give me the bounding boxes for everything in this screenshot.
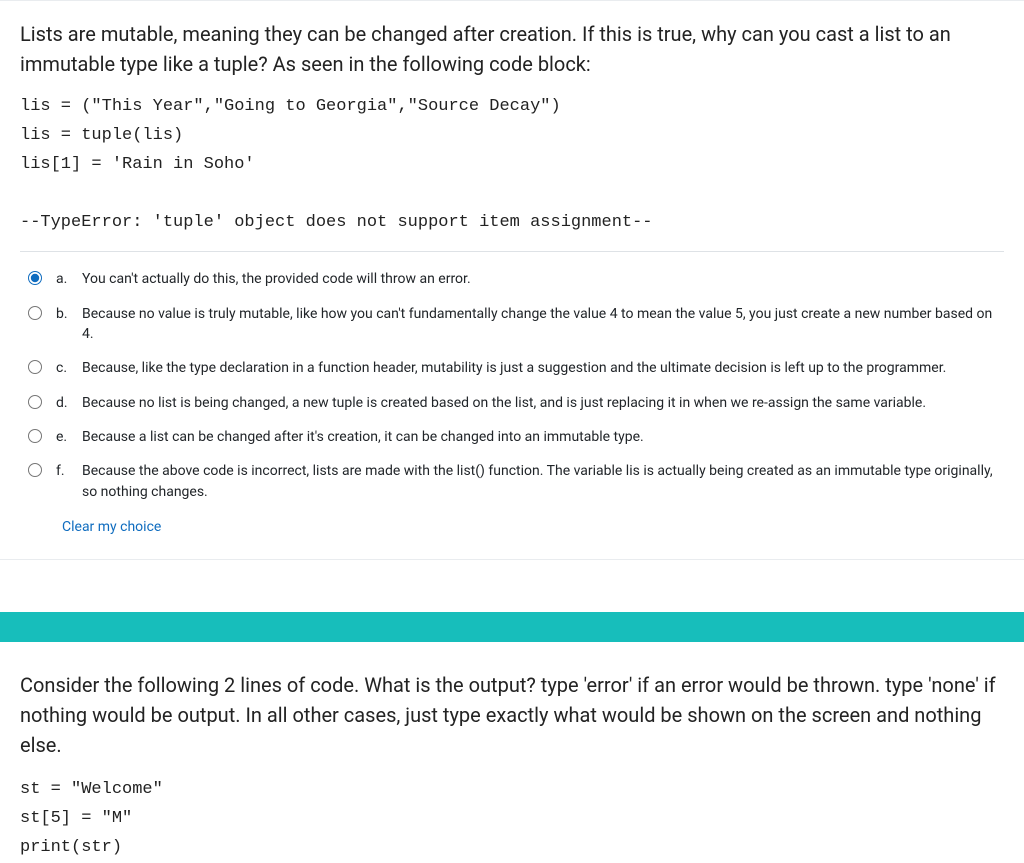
option-letter: f.: [56, 461, 76, 481]
section-bar: [0, 612, 1024, 642]
option-text: Because no value is truly mutable, like …: [82, 304, 1004, 345]
option-c[interactable]: c. Because, like the type declaration in…: [28, 351, 1004, 385]
clear-my-choice-link[interactable]: Clear my choice: [20, 509, 161, 545]
option-b[interactable]: b. Because no value is truly mutable, li…: [28, 297, 1004, 352]
option-d[interactable]: d. Because no list is being changed, a n…: [28, 386, 1004, 420]
option-text: Because no list is being changed, a new …: [82, 393, 1004, 413]
option-letter: d.: [56, 393, 76, 413]
option-text: Because a list can be changed after it's…: [82, 427, 1004, 447]
option-d-radio[interactable]: [28, 395, 42, 409]
option-letter: a.: [56, 269, 76, 289]
question-separator: [0, 559, 1024, 560]
option-text: You can't actually do this, the provided…: [82, 269, 1004, 289]
question-1: Lists are mutable, meaning they can be c…: [0, 1, 1024, 559]
option-e-radio[interactable]: [28, 429, 42, 443]
option-list: a. You can't actually do this, the provi…: [20, 262, 1004, 508]
option-letter: e.: [56, 427, 76, 447]
question-1-code: lis = ("This Year","Going to Georgia","S…: [20, 93, 1004, 237]
option-text: Because the above code is incorrect, lis…: [82, 461, 1004, 502]
question-2-prompt: Consider the following 2 lines of code. …: [20, 670, 1004, 760]
option-e[interactable]: e. Because a list can be changed after i…: [28, 420, 1004, 454]
option-letter: c.: [56, 358, 76, 378]
option-a[interactable]: a. You can't actually do this, the provi…: [28, 262, 1004, 296]
option-c-radio[interactable]: [28, 360, 42, 374]
option-f-radio[interactable]: [28, 463, 42, 477]
option-b-radio[interactable]: [28, 306, 42, 320]
divider: [20, 251, 1004, 252]
option-a-radio[interactable]: [28, 271, 42, 285]
option-letter: b.: [56, 304, 76, 324]
option-f[interactable]: f. Because the above code is incorrect, …: [28, 454, 1004, 509]
question-2: Consider the following 2 lines of code. …: [0, 642, 1024, 863]
question-2-code: st = "Welcome" st[5] = "M" print(str): [20, 776, 1004, 863]
option-text: Because, like the type declaration in a …: [82, 358, 1004, 378]
question-1-prompt: Lists are mutable, meaning they can be c…: [20, 19, 1004, 79]
